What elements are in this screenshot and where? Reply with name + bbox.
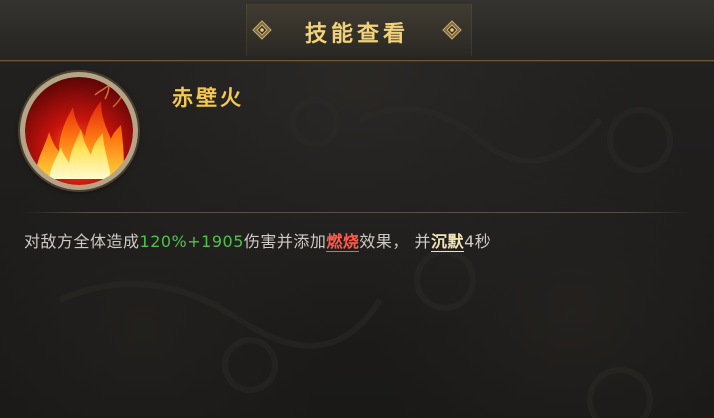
skill-name: 赤壁火	[172, 85, 244, 110]
skill-description: 对敌方全体造成120%+1905伤害并添加燃烧效果， 并沉默4秒	[24, 228, 491, 252]
damage-value: 120%+1905	[139, 232, 244, 251]
divider	[22, 212, 690, 213]
desc-after-burn: 效果，	[359, 232, 409, 251]
fire-icon	[25, 77, 133, 185]
title-bar: 技能查看	[0, 0, 714, 61]
skill-view-panel: 技能查看 赤壁火 对敌方全体造成120%+1905伤害并添加燃烧效果， 并沉默4…	[0, 0, 714, 418]
burn-keyword-link[interactable]: 燃烧	[326, 232, 360, 252]
dialog-title: 技能查看	[304, 21, 409, 47]
diamond-ornament-icon	[442, 20, 462, 40]
desc-middle: 伤害并添加	[243, 232, 327, 251]
desc-duration: 4秒	[464, 232, 492, 251]
desc-and: 并	[414, 232, 432, 251]
desc-prefix: 对敌方全体造成	[24, 232, 140, 251]
background-pattern	[58, 97, 673, 418]
silence-keyword-link[interactable]: 沉默	[431, 232, 465, 252]
